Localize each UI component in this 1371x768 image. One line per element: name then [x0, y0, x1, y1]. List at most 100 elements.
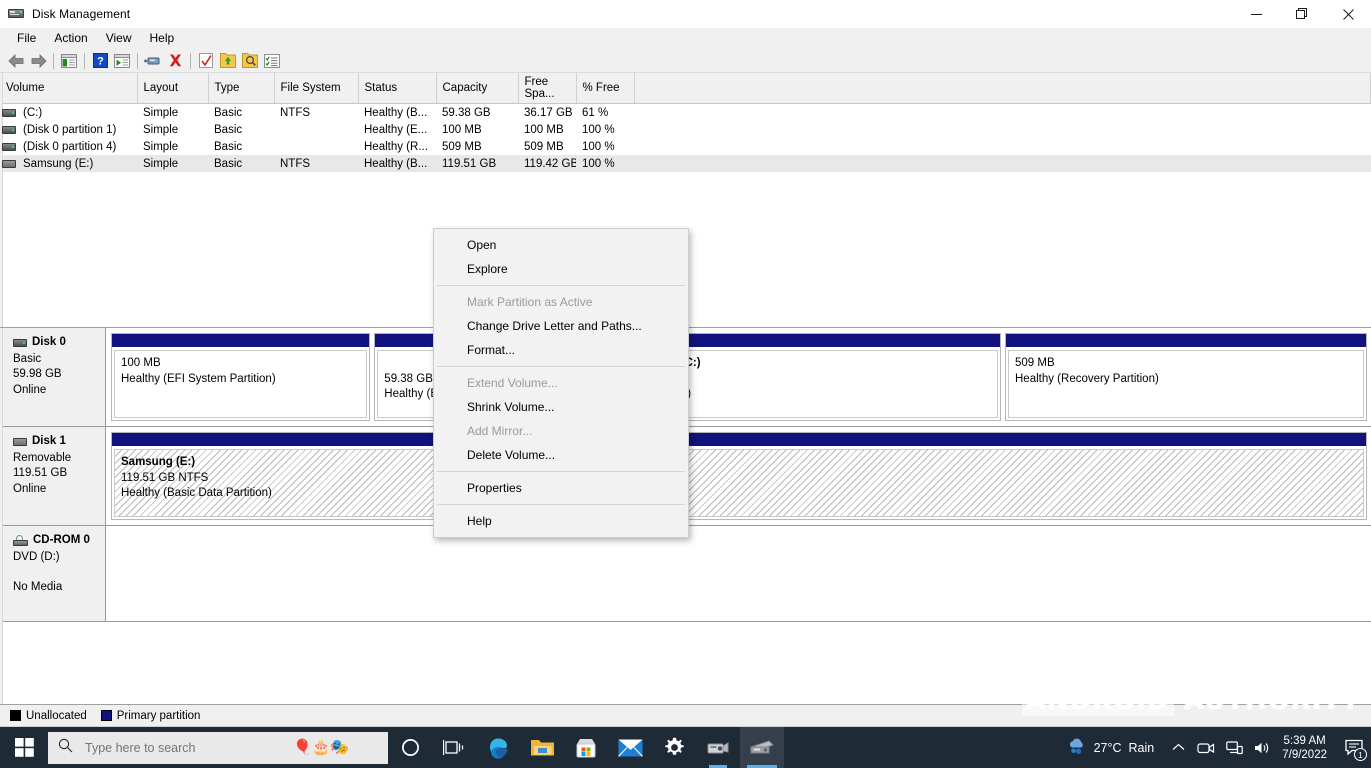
- volume-label: Samsung (E:): [23, 157, 94, 170]
- weather-icon: [1067, 738, 1087, 757]
- type-cell: Basic: [214, 140, 243, 153]
- partition-info: Samsung (E:) 119.51 GB NTFS Healthy (Bas…: [114, 449, 1364, 517]
- menu-action[interactable]: Action: [45, 30, 96, 46]
- volume-label: (Disk 0 partition 4): [23, 140, 117, 153]
- context-menu-item-properties[interactable]: Properties: [434, 476, 688, 500]
- file-system-cell: NTFS: [280, 106, 311, 119]
- table-row[interactable]: (C:) Simple Basic NTFS Healthy (B... 59.…: [0, 104, 1371, 122]
- task-list-icon[interactable]: [261, 50, 283, 72]
- context-menu-item-change-drive-letter-and-paths[interactable]: Change Drive Letter and Paths...: [434, 314, 688, 338]
- disk-status: Online: [13, 383, 47, 396]
- context-menu-item-format[interactable]: Format...: [434, 338, 688, 362]
- properties-icon[interactable]: [195, 50, 217, 72]
- show-hide-action-pane-icon[interactable]: [111, 50, 133, 72]
- back-icon[interactable]: [5, 50, 27, 72]
- search-icon: [58, 738, 73, 758]
- rescan-disks-icon[interactable]: [142, 50, 164, 72]
- show-hidden-icons-icon[interactable]: [1164, 727, 1192, 768]
- file-explorer-icon[interactable]: [520, 727, 564, 768]
- show-hide-console-tree-icon[interactable]: [58, 50, 80, 72]
- percent-free-cell: 100 %: [582, 140, 615, 153]
- disk-info-2[interactable]: CD-ROM 0 DVD (D:) No Media: [3, 526, 106, 621]
- notifications-button[interactable]: 1: [1337, 727, 1371, 768]
- volume-cell: Samsung (E:): [0, 155, 137, 172]
- notification-badge: 1: [1354, 748, 1367, 761]
- meet-now-icon[interactable]: [1192, 727, 1220, 768]
- context-menu-item-delete-volume[interactable]: Delete Volume...: [434, 443, 688, 467]
- disk-management-icon[interactable]: [740, 727, 784, 768]
- export-list-icon[interactable]: [217, 50, 239, 72]
- mail-icon[interactable]: [608, 727, 652, 768]
- partition-block[interactable]: 100 MB Healthy (EFI System Partition): [111, 333, 371, 421]
- menu-help[interactable]: Help: [141, 30, 184, 46]
- menu-view[interactable]: View: [97, 30, 141, 46]
- volume-icon: [2, 159, 16, 168]
- table-row[interactable]: (Disk 0 partition 4) Simple Basic Health…: [0, 138, 1371, 155]
- partition-info: 509 MB Healthy (Recovery Partition): [1008, 350, 1364, 418]
- column-header-type[interactable]: Type: [208, 73, 275, 104]
- start-icon[interactable]: [0, 727, 48, 768]
- forward-icon[interactable]: [27, 50, 49, 72]
- disk-row-2[interactable]: CD-ROM 0 DVD (D:) No Media: [3, 526, 1371, 622]
- context-menu-item-explore[interactable]: Explore: [434, 257, 688, 281]
- disk-icon: [13, 437, 27, 446]
- microsoft-store-icon[interactable]: [564, 727, 608, 768]
- column-header-capacity[interactable]: Capacity: [436, 73, 519, 104]
- cortana-icon[interactable]: [388, 727, 432, 768]
- disk-info-1[interactable]: Disk 1 Removable 119.51 GB Online: [3, 427, 106, 525]
- legend: Unallocated Primary partition: [0, 704, 1371, 726]
- column-header-layout[interactable]: Layout: [137, 73, 209, 104]
- settings-icon[interactable]: [652, 727, 696, 768]
- volume-table-header: Volume Layout Type File System Status Ca…: [0, 73, 1371, 104]
- context-menu-item-add-mirror: Add Mirror...: [467, 424, 533, 438]
- birthday-icons: 🎈🎂🎭: [293, 739, 350, 756]
- disk-management-icon: [8, 6, 24, 22]
- delete-icon[interactable]: [164, 50, 186, 72]
- legend-swatch-unallocated: [10, 710, 21, 721]
- partition-color-bar: [112, 334, 370, 348]
- table-row[interactable]: (Disk 0 partition 1) Simple Basic Health…: [0, 121, 1371, 138]
- task-view-icon[interactable]: [432, 727, 476, 768]
- table-row[interactable]: Samsung (E:) Simple Basic NTFS Healthy (…: [0, 155, 1371, 172]
- disk-title-0: Disk 0: [13, 335, 105, 351]
- column-header-percent-free[interactable]: % Free: [576, 73, 635, 104]
- search-field[interactable]: [83, 739, 283, 756]
- type-cell: Basic: [208, 155, 274, 172]
- context-menu-item-shrink-volume[interactable]: Shrink Volume...: [434, 395, 688, 419]
- column-header-volume[interactable]: Volume: [0, 73, 138, 104]
- status-cell: Healthy (B...: [364, 106, 428, 119]
- network-icon[interactable]: [1220, 727, 1248, 768]
- context-menu-separator: [437, 471, 685, 472]
- computer-management-icon[interactable]: [696, 727, 740, 768]
- toolbar-separator: [190, 52, 191, 69]
- find-icon[interactable]: [239, 50, 261, 72]
- maximize-button[interactable]: [1279, 0, 1325, 28]
- close-button[interactable]: [1325, 0, 1371, 28]
- volume-icon[interactable]: [1248, 727, 1276, 768]
- column-header-status[interactable]: Status: [358, 73, 437, 104]
- microsoft-edge-icon[interactable]: [476, 727, 520, 768]
- free-space-cell: 36.17 GB: [524, 106, 573, 119]
- partition-block[interactable]: Samsung (E:) 119.51 GB NTFS Healthy (Bas…: [111, 432, 1367, 520]
- partition-block[interactable]: 509 MB Healthy (Recovery Partition): [1005, 333, 1367, 421]
- legend-item-primary-partition: Primary partition: [100, 710, 200, 722]
- search-input[interactable]: 🎈🎂🎭: [48, 731, 388, 764]
- weather-widget[interactable]: 27°C Rain: [1057, 738, 1165, 757]
- help-icon[interactable]: ?: [89, 50, 111, 72]
- legend-swatch-primary: [100, 710, 112, 721]
- partition-size: 100 MB: [121, 357, 161, 369]
- disk-info-0[interactable]: Disk 0 Basic 59.98 GB Online: [3, 328, 106, 426]
- clock[interactable]: 5:39 AM 7/9/2022: [1276, 734, 1337, 762]
- context-menu-item-open[interactable]: Open: [434, 233, 688, 257]
- window-title: Disk Management: [32, 7, 131, 21]
- minimize-button[interactable]: [1233, 0, 1279, 28]
- graphical-left-scrollbar[interactable]: [0, 328, 3, 704]
- context-menu-item-help[interactable]: Help: [434, 509, 688, 533]
- partition-color-bar: [112, 433, 1366, 447]
- disk-partitions-0: 100 MB Healthy (EFI System Partition) (C…: [106, 328, 1371, 426]
- capacity-cell: 509 MB: [442, 140, 482, 153]
- menu-file[interactable]: File: [8, 30, 45, 46]
- file-system-cell: [274, 138, 358, 155]
- column-header-file-system[interactable]: File System: [274, 73, 359, 104]
- column-header-free-space[interactable]: Free Spa...: [518, 73, 577, 104]
